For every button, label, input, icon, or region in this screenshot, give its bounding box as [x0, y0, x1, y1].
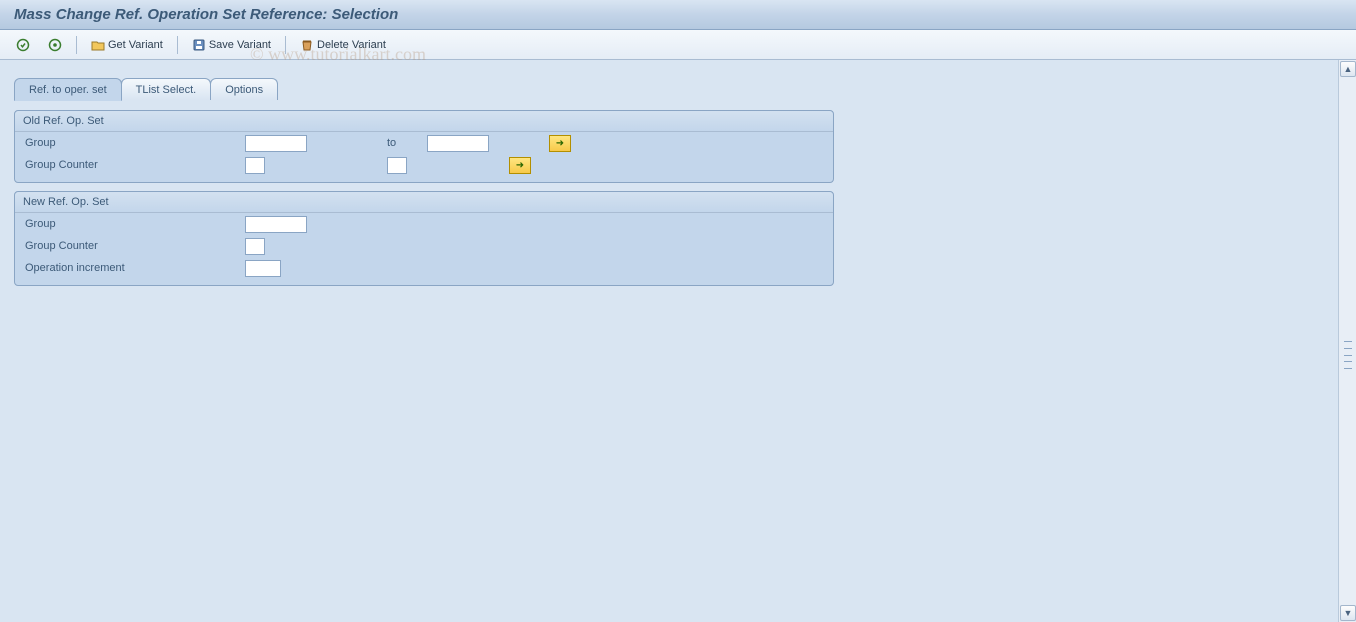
multiple-selection-button[interactable]: ➜ [549, 135, 571, 152]
content-area: Ref. to oper. set TList Select. Options … [0, 60, 1336, 622]
field-label: Group [25, 218, 245, 230]
save-variant-label: Save Variant [209, 39, 271, 51]
old-group-counter-from-input[interactable] [245, 157, 265, 174]
delete-variant-button[interactable]: Delete Variant [294, 36, 392, 54]
tab-tlist-select[interactable]: TList Select. [121, 78, 212, 100]
field-label: Group [25, 137, 245, 149]
to-label: to [307, 137, 427, 149]
save-icon [192, 38, 206, 52]
row-operation-increment: Operation increment [15, 257, 833, 279]
execute-print-button[interactable] [42, 36, 68, 54]
old-group-counter-to-input[interactable] [387, 157, 407, 174]
tab-body: Old Ref. Op. Set Group to ➜ Group Counte… [14, 100, 834, 330]
groupbox-old-ref-op-set: Old Ref. Op. Set Group to ➜ Group Counte… [14, 110, 834, 183]
toolbar-separator [76, 36, 77, 54]
groupbox-title: Old Ref. Op. Set [15, 111, 833, 132]
execute-button[interactable] [10, 36, 36, 54]
tab-options[interactable]: Options [210, 78, 278, 100]
folder-open-icon [91, 38, 105, 52]
scroll-down-button[interactable]: ▼ [1340, 605, 1356, 621]
chevron-up-icon: ▲ [1344, 64, 1353, 74]
execute-print-icon [48, 38, 62, 52]
operation-increment-input[interactable] [245, 260, 281, 277]
tab-ref-to-oper-set[interactable]: Ref. to oper. set [14, 78, 122, 101]
row-old-group: Group to ➜ [15, 132, 833, 154]
delete-variant-label: Delete Variant [317, 39, 386, 51]
execute-icon [16, 38, 30, 52]
old-group-to-input[interactable] [427, 135, 489, 152]
scroll-up-button[interactable]: ▲ [1340, 61, 1356, 77]
field-label: Group Counter [25, 159, 245, 171]
chevron-down-icon: ▼ [1344, 608, 1353, 618]
get-variant-button[interactable]: Get Variant [85, 36, 169, 54]
new-group-counter-input[interactable] [245, 238, 265, 255]
toolbar-separator [285, 36, 286, 54]
arrow-right-icon: ➜ [556, 138, 564, 149]
row-new-group: Group [15, 213, 833, 235]
trash-icon [300, 38, 314, 52]
save-variant-button[interactable]: Save Variant [186, 36, 277, 54]
row-new-group-counter: Group Counter [15, 235, 833, 257]
title-bar: Mass Change Ref. Operation Set Reference… [0, 0, 1356, 30]
field-label: Group Counter [25, 240, 245, 252]
new-group-input[interactable] [245, 216, 307, 233]
page-title: Mass Change Ref. Operation Set Reference… [14, 6, 398, 23]
tab-label: TList Select. [136, 84, 197, 96]
get-variant-label: Get Variant [108, 39, 163, 51]
tab-label: Ref. to oper. set [29, 84, 107, 96]
row-old-group-counter: Group Counter to ➜ [15, 154, 833, 176]
to-label: to [265, 159, 387, 171]
tab-label: Options [225, 84, 263, 96]
tab-strip: Ref. to oper. set TList Select. Options [14, 76, 1336, 100]
scrollbar-grip [1344, 341, 1352, 369]
toolbar-separator [177, 36, 178, 54]
groupbox-new-ref-op-set: New Ref. Op. Set Group Group Counter Ope… [14, 191, 834, 286]
application-toolbar: Get Variant Save Variant Delete Variant [0, 30, 1356, 60]
multiple-selection-button[interactable]: ➜ [509, 157, 531, 174]
groupbox-title: New Ref. Op. Set [15, 192, 833, 213]
arrow-right-icon: ➜ [516, 160, 524, 171]
field-label: Operation increment [25, 262, 245, 274]
old-group-from-input[interactable] [245, 135, 307, 152]
vertical-scrollbar[interactable]: ▲ ▼ [1338, 60, 1356, 622]
